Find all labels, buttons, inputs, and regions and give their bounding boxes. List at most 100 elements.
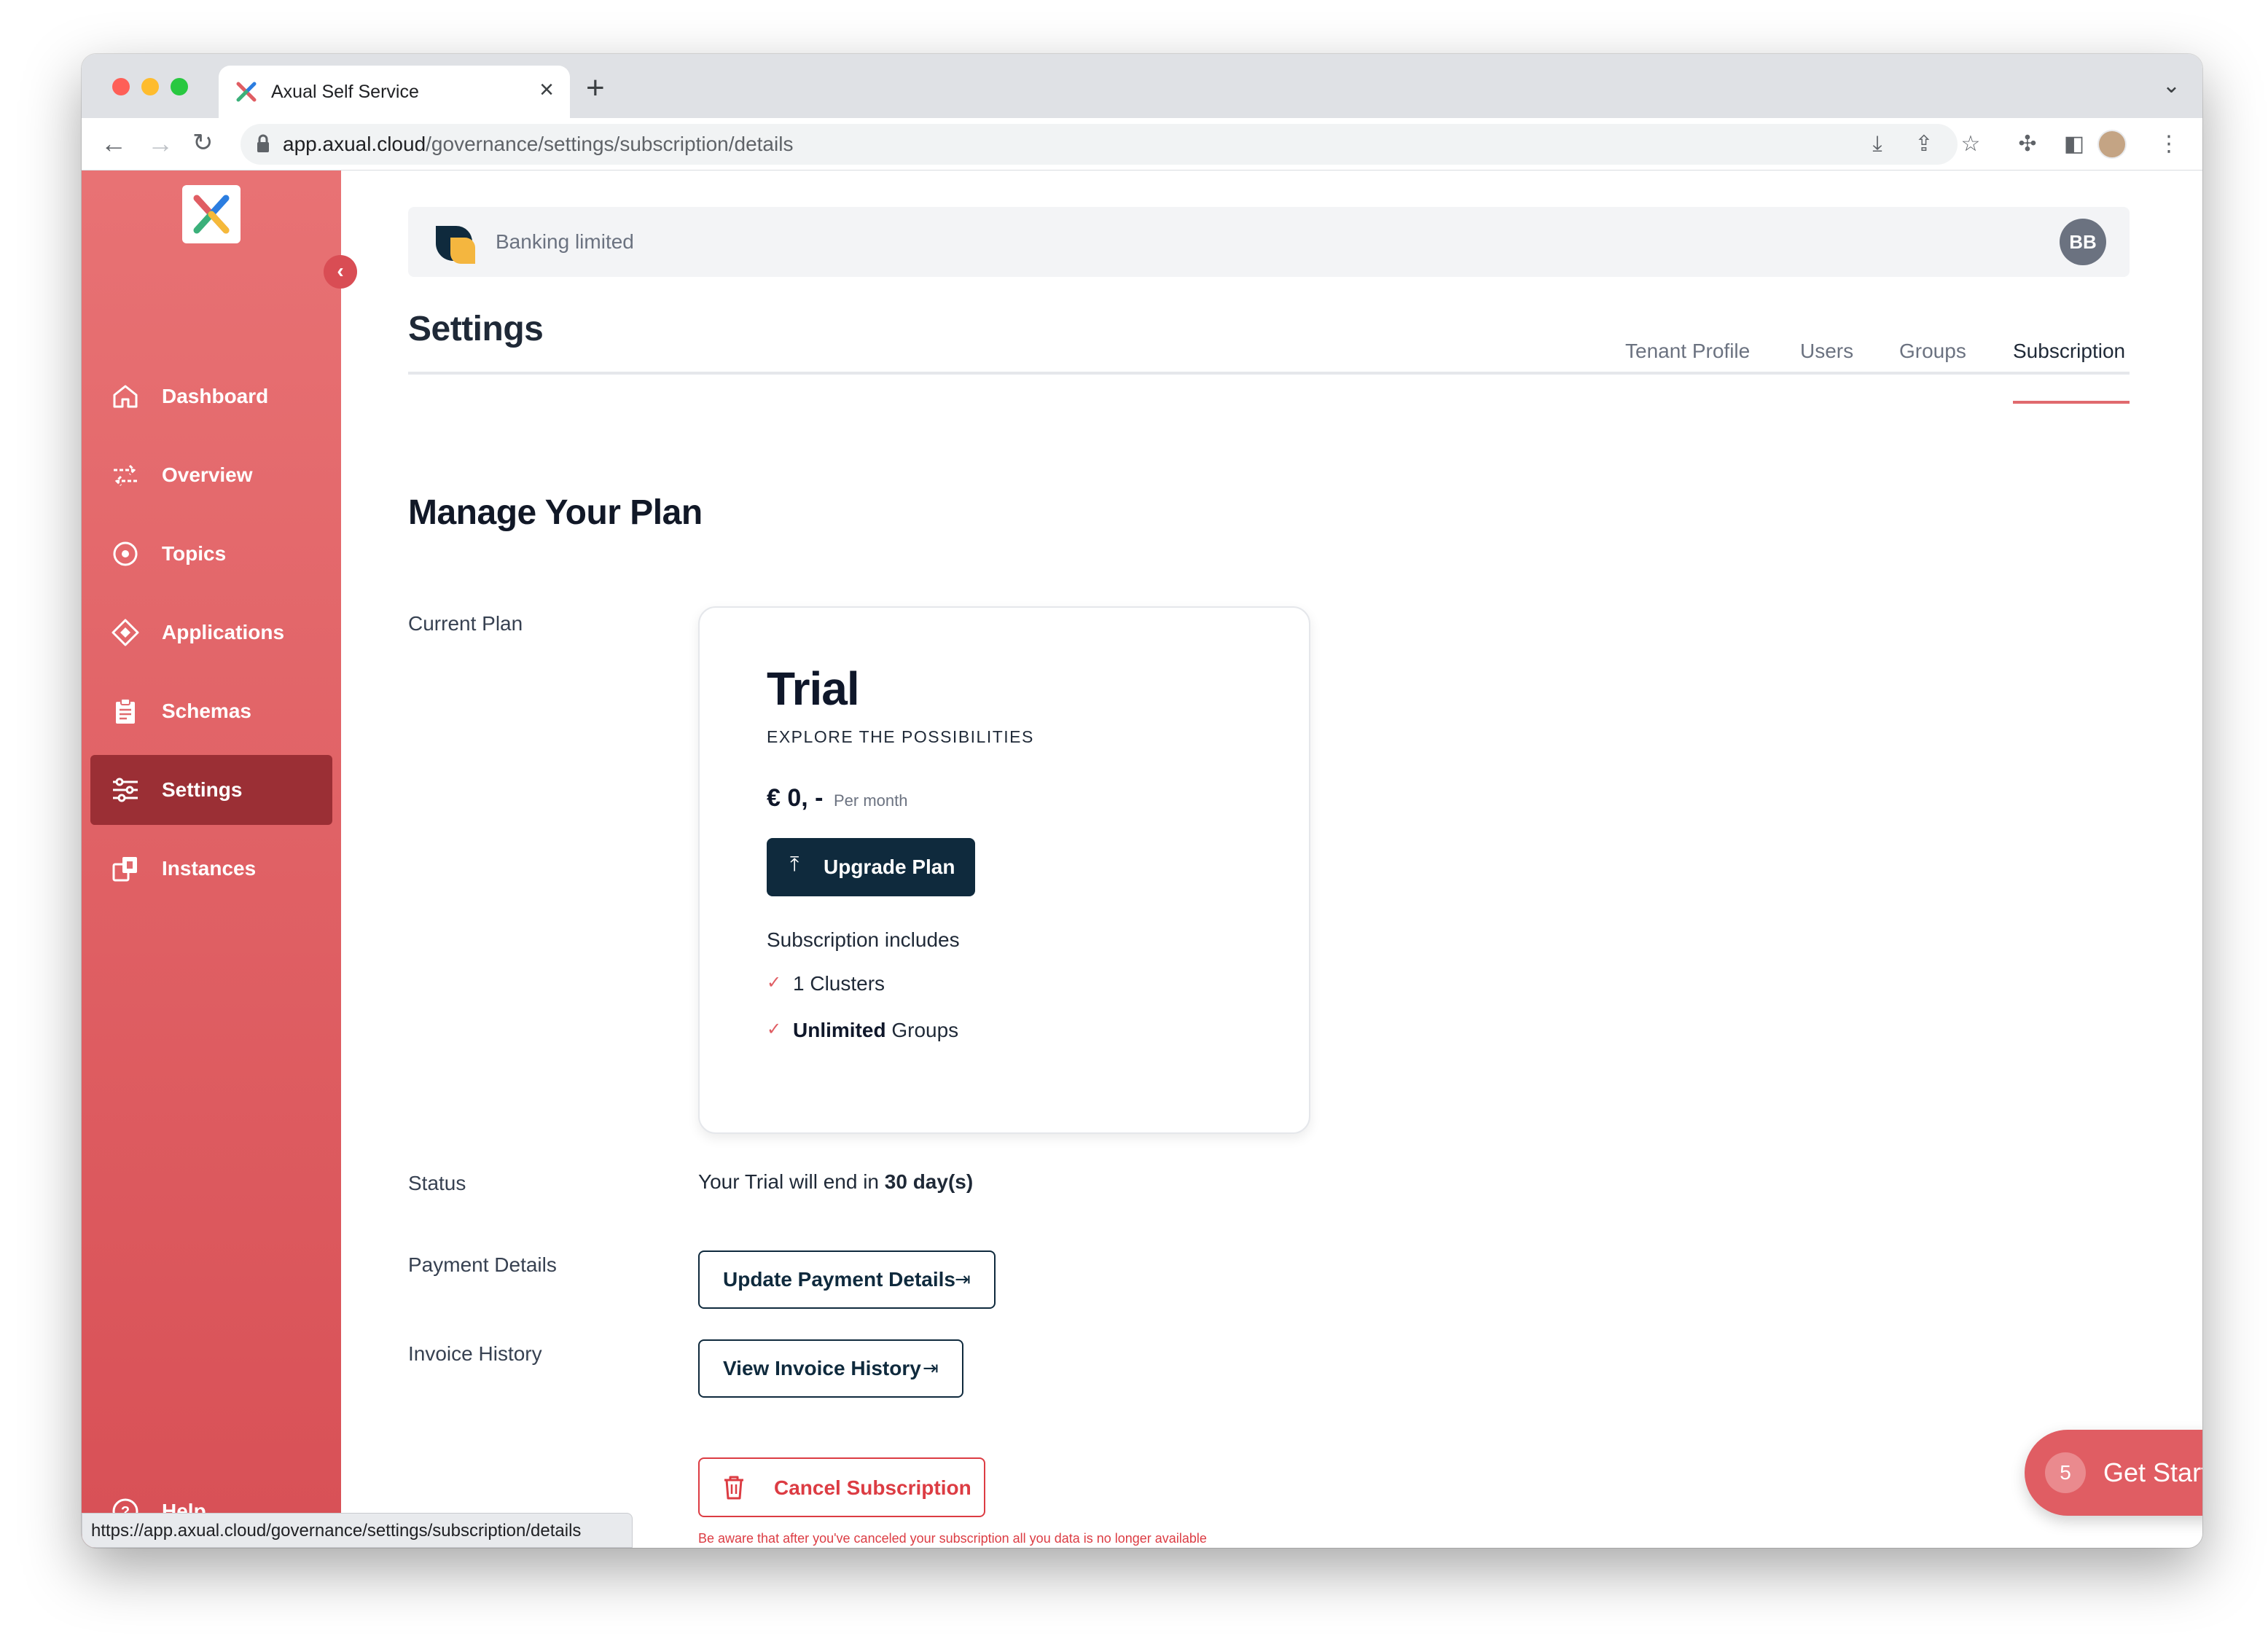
- status-days: 30 day(s): [884, 1170, 974, 1193]
- cancel-warning-text: Be aware that after you've canceled your…: [698, 1531, 1207, 1546]
- browser-menu-icon[interactable]: ⋮: [2156, 131, 2182, 157]
- include-strong: Unlimited: [793, 1019, 886, 1041]
- include-text: Unlimited Groups: [793, 1019, 958, 1042]
- home-icon: [113, 385, 138, 408]
- install-app-icon[interactable]: ⤓: [1864, 131, 1890, 157]
- browser-tab[interactable]: Axual Self Service ×: [219, 66, 570, 118]
- sidebar-item-schemas[interactable]: Schemas: [90, 676, 332, 746]
- update-payment-label: Update Payment Details: [723, 1268, 955, 1291]
- address-bar[interactable]: app.axual.cloud/governance/settings/subs…: [241, 124, 1958, 165]
- plan-card: Trial EXPLORE THE POSSIBILITIES € 0, - P…: [698, 606, 1310, 1134]
- plan-price: € 0, -: [767, 784, 824, 812]
- get-started-count-badge: 5: [2045, 1452, 2086, 1493]
- cancel-subscription-label: Cancel Subscription: [774, 1476, 971, 1499]
- forward-arrow-icon[interactable]: →: [147, 128, 173, 159]
- sidebar-item-topics[interactable]: Topics: [90, 519, 332, 589]
- lock-icon: [257, 134, 269, 152]
- sidebar-item-label: Overview: [162, 463, 253, 486]
- status-label: Status: [408, 1172, 466, 1194]
- active-tab-indicator: [2013, 401, 2130, 404]
- close-window-button[interactable]: [112, 78, 130, 95]
- sidebar: Dashboard Overview Topics Applications S…: [82, 171, 341, 1548]
- sidebar-item-settings[interactable]: Settings: [90, 755, 332, 825]
- cancel-subscription-button[interactable]: Cancel Subscription: [698, 1457, 985, 1517]
- diamond-icon: [112, 619, 139, 646]
- page-title: Settings: [408, 310, 544, 348]
- trash-icon: [724, 1476, 743, 1500]
- upload-arrow-icon: ⤒: [790, 853, 799, 875]
- tab-close-icon[interactable]: ×: [539, 76, 554, 104]
- settings-tabs: Tenant Profile Users Groups Subscription: [408, 316, 2130, 375]
- extensions-puzzle-icon[interactable]: ✣: [2014, 131, 2041, 157]
- sliders-icon: [113, 778, 138, 802]
- tab-tenant-profile[interactable]: Tenant Profile: [1625, 340, 1750, 363]
- sidebar-item-label: Schemas: [162, 700, 251, 722]
- check-icon: ✓: [767, 973, 782, 993]
- new-tab-button[interactable]: +: [586, 70, 605, 106]
- sidebar-item-instances[interactable]: Instances: [90, 834, 332, 904]
- get-started-button[interactable]: 5 Get Started: [2025, 1430, 2202, 1516]
- reload-icon[interactable]: ↻: [192, 128, 214, 157]
- sidebar-item-applications[interactable]: Applications: [90, 598, 332, 668]
- axual-logo[interactable]: [182, 185, 241, 243]
- instances-icon: [112, 857, 137, 882]
- check-icon: ✓: [767, 1019, 782, 1039]
- tenant-logo-icon: [436, 226, 475, 264]
- tab-search-chevron-icon[interactable]: ⌄: [2162, 73, 2181, 98]
- status-bar-url: https://app.axual.cloud/governance/setti…: [82, 1513, 633, 1548]
- status-prefix: Your Trial will end in: [698, 1170, 885, 1193]
- user-avatar[interactable]: BB: [2060, 219, 2106, 265]
- tab-users[interactable]: Users: [1800, 340, 1853, 363]
- include-label: Groups: [885, 1019, 959, 1041]
- tab-strip: Axual Self Service × + ⌄: [82, 54, 2202, 118]
- sidebar-item-label: Settings: [162, 778, 243, 801]
- sidebar-item-label: Applications: [162, 621, 285, 643]
- url-text: app.axual.cloud/governance/settings/subs…: [283, 133, 793, 156]
- sidebar-item-label: Topics: [162, 542, 227, 565]
- current-plan-label: Current Plan: [408, 612, 523, 635]
- includes-title: Subscription includes: [767, 928, 960, 951]
- plan-name: Trial: [767, 662, 860, 715]
- bookmark-star-icon[interactable]: ☆: [1958, 131, 1984, 157]
- plan-tagline: EXPLORE THE POSSIBILITIES: [767, 727, 1034, 746]
- axual-favicon-icon: [236, 82, 257, 102]
- sidebar-item-label: Instances: [162, 857, 257, 880]
- collapse-sidebar-button[interactable]: ‹: [324, 255, 357, 289]
- browser-profile-avatar[interactable]: [2097, 130, 2127, 159]
- maximize-window-button[interactable]: [171, 78, 188, 95]
- sidebar-item-dashboard[interactable]: Dashboard: [90, 361, 332, 431]
- minimize-window-button[interactable]: [141, 78, 159, 95]
- payment-details-label: Payment Details: [408, 1253, 557, 1276]
- section-title: Manage Your Plan: [408, 493, 703, 532]
- plan-billing-period: Per month: [834, 791, 908, 810]
- view-invoice-label: View Invoice History: [723, 1357, 921, 1379]
- include-label: 1 Clusters: [793, 972, 885, 995]
- url-path: /governance/settings/subscription/detail…: [426, 133, 794, 155]
- url-domain: app.axual.cloud: [283, 133, 426, 155]
- upgrade-plan-label: Upgrade Plan: [824, 856, 955, 878]
- invoice-history-label: Invoice History: [408, 1342, 542, 1365]
- tab-subscription[interactable]: Subscription: [2013, 340, 2125, 363]
- trial-status-text: Your Trial will end in 30 day(s): [698, 1170, 973, 1194]
- clipboard-icon: [116, 698, 135, 724]
- view-invoice-history-button[interactable]: View Invoice History ⇥: [698, 1339, 963, 1398]
- external-link-icon: ⇥: [955, 1268, 971, 1290]
- sidebar-item-label: Dashboard: [162, 385, 269, 407]
- tenant-header: Banking limited BB: [408, 207, 2130, 277]
- axual-logo-icon: [193, 195, 230, 234]
- side-panel-icon[interactable]: ◧: [2061, 131, 2087, 157]
- browser-toolbar: ← → ↻ app.axual.cloud/governance/setting…: [82, 118, 2202, 171]
- tenant-name: Banking limited: [496, 230, 634, 253]
- get-started-label: Get Started: [2103, 1457, 2202, 1487]
- share-icon[interactable]: ⇪: [1911, 131, 1937, 157]
- target-icon: [113, 541, 138, 566]
- sidebar-item-overview[interactable]: Overview: [90, 440, 332, 510]
- arrows-icon: [114, 464, 137, 487]
- browser-window: Axual Self Service × + ⌄ ← → ↻ app.axual…: [82, 54, 2202, 1548]
- upgrade-plan-button[interactable]: ⤒ Upgrade Plan: [767, 838, 975, 896]
- main-content: Banking limited BB Tenant Profile Users …: [341, 171, 2202, 1548]
- update-payment-details-button[interactable]: Update Payment Details ⇥: [698, 1250, 996, 1309]
- back-arrow-icon[interactable]: ←: [101, 128, 127, 159]
- tab-groups[interactable]: Groups: [1899, 340, 1966, 363]
- include-text: 1 Clusters: [793, 972, 885, 995]
